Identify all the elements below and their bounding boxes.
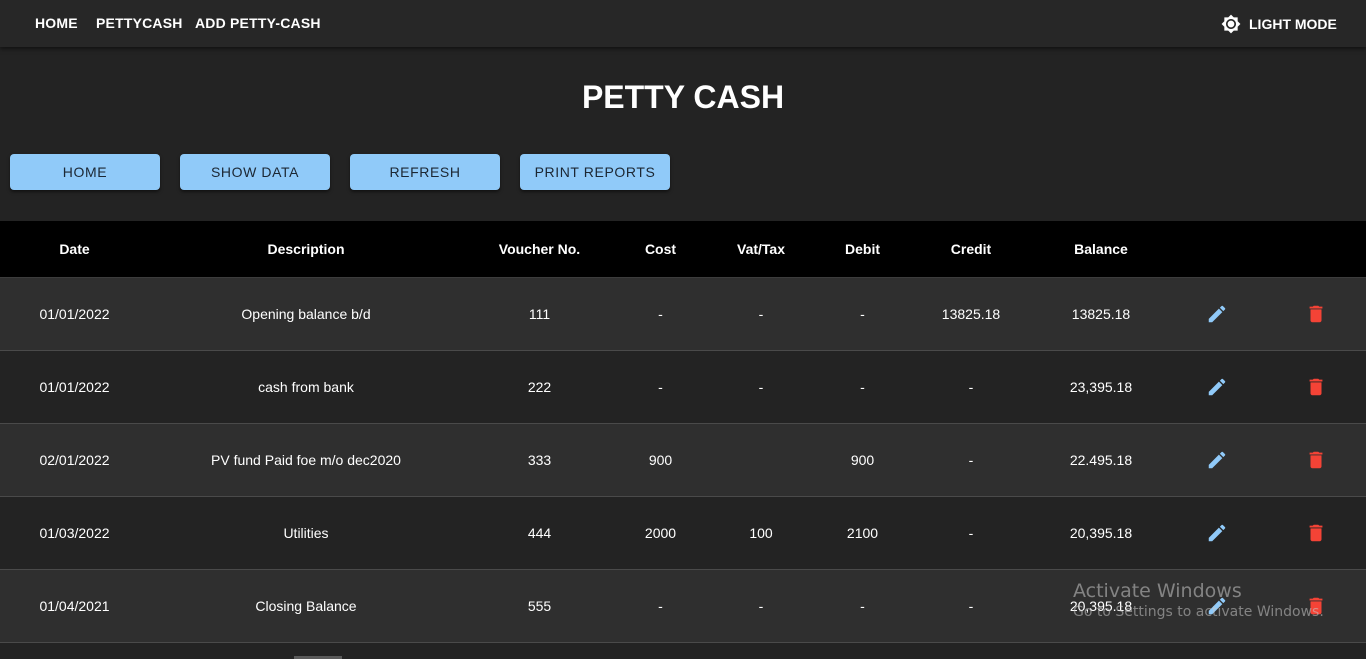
delete-row-button[interactable] — [1291, 351, 1341, 423]
cell-description: Closing Balance — [255, 598, 357, 614]
trash-icon — [1309, 597, 1323, 615]
cell-description: Utilities — [283, 525, 329, 541]
cell-debit: 900 — [850, 452, 875, 468]
cell-voucher-no: 111 — [528, 306, 551, 322]
header-credit: Credit — [950, 241, 992, 257]
cell-balance: 20,395.18 — [1069, 525, 1133, 541]
table-row: 01/01/2022 cash from bank 222 - - - - 23,395.18 — [0, 351, 1366, 424]
cell-credit: - — [968, 379, 974, 395]
edit-row-button[interactable] — [1192, 278, 1242, 350]
table-row: 02/01/2022 PV fund Paid foe m/o dec2020 33… — [0, 424, 1366, 497]
trash-icon — [1309, 305, 1323, 323]
brightness-gear-icon — [1221, 14, 1241, 34]
delete-row-button[interactable] — [1291, 570, 1341, 642]
header-date: Date — [59, 241, 90, 257]
edit-row-button[interactable] — [1192, 424, 1242, 496]
light-mode-toggle[interactable]: LIGHT MODE — [1221, 13, 1337, 35]
header-description: Description — [267, 241, 345, 257]
cell-cost: 2000 — [644, 525, 677, 541]
cell-voucher-no: 444 — [527, 525, 552, 541]
cell-credit: - — [968, 452, 974, 468]
show-data-button[interactable]: SHOW DATA — [180, 154, 330, 190]
header-vat-tax: Vat/Tax — [737, 241, 785, 257]
nav-pettycash-link[interactable]: PETTYCASH — [96, 15, 183, 31]
cell-description: PV fund Paid foe m/o dec2020 — [211, 452, 401, 468]
nav-add-petty-cash-link[interactable]: ADD PETTY-CASH — [195, 15, 321, 31]
pencil-icon — [1208, 378, 1226, 396]
cell-credit: - — [968, 598, 974, 614]
header-debit: Debit — [845, 241, 880, 257]
edit-row-button[interactable] — [1192, 570, 1242, 642]
petty-cash-table: Date Description Voucher No. Cost Vat/Ta… — [0, 221, 1366, 643]
delete-row-button[interactable] — [1291, 497, 1341, 569]
table-row: 01/03/2022 Utilities 444 2000 100 2100 - 20,395… — [0, 497, 1366, 570]
cell-balance: 13825.18 — [1071, 306, 1131, 322]
table-row: 01/01/2022 Opening balance b/d 111 - - - 13825… — [0, 278, 1366, 351]
table-header-row: Date Description Voucher No. Cost Vat/Ta… — [0, 221, 1366, 278]
refresh-button[interactable]: REFRESH — [350, 154, 500, 190]
edit-row-button[interactable] — [1192, 351, 1242, 423]
cell-voucher-no: 333 — [527, 452, 552, 468]
cell-balance: 20,395.18 — [1069, 598, 1133, 614]
delete-row-button[interactable] — [1291, 424, 1341, 496]
page-title: PETTY CASH — [581, 79, 785, 115]
header-balance: Balance — [1074, 241, 1128, 257]
cell-cost: - — [658, 379, 663, 395]
top-navbar: HOME PETTYCASH ADD PETTY-CASH LIGHT MODE — [0, 0, 1366, 47]
print-reports-button[interactable]: PRINT REPORTS — [520, 154, 670, 190]
cell-cost: - — [658, 598, 663, 614]
cell-vat-tax: 100 — [749, 525, 773, 541]
trash-icon — [1309, 451, 1323, 469]
delete-row-button[interactable] — [1291, 278, 1341, 350]
cell-vat-tax: - — [758, 379, 764, 395]
cell-debit: - — [860, 306, 865, 322]
edit-row-button[interactable] — [1192, 497, 1242, 569]
table-row: 01/04/2021 Closing Balance 555 - - - - 20,395.1… — [0, 570, 1366, 643]
pencil-icon — [1208, 597, 1226, 615]
cell-date: 01/03/2022 — [39, 525, 110, 541]
cell-debit: 2100 — [846, 525, 879, 541]
pencil-icon — [1208, 451, 1226, 469]
cell-date: 01/01/2022 — [39, 379, 110, 395]
pencil-icon — [1208, 524, 1226, 542]
pencil-icon — [1208, 305, 1226, 323]
cell-balance: 23,395.18 — [1069, 379, 1133, 395]
cell-date: 02/01/2022 — [39, 452, 110, 468]
nav-home-link[interactable]: HOME — [35, 15, 78, 31]
cell-description: Opening balance b/d — [241, 306, 371, 322]
cell-credit: - — [968, 525, 974, 541]
cell-description: cash from bank — [258, 379, 354, 395]
table-body: 01/01/2022 Opening balance b/d 111 - - - 13825… — [0, 278, 1366, 643]
trash-icon — [1309, 524, 1323, 542]
header-voucher-no: Voucher No. — [498, 241, 581, 257]
cell-voucher-no: 222 — [527, 379, 552, 395]
trash-icon — [1309, 378, 1323, 396]
cell-debit: - — [860, 379, 865, 395]
cell-date: 01/04/2021 — [39, 598, 110, 614]
header-cost: Cost — [644, 241, 677, 257]
cell-debit: - — [860, 598, 865, 614]
cell-balance: 22.495.18 — [1069, 452, 1133, 468]
cell-voucher-no: 555 — [527, 598, 552, 614]
cell-cost: - — [658, 306, 663, 322]
cell-vat-tax: - — [758, 598, 764, 614]
home-button[interactable]: HOME — [10, 154, 160, 190]
cell-vat-tax: - — [758, 306, 764, 322]
light-mode-label: LIGHT MODE — [1249, 16, 1337, 32]
cell-date: 01/01/2022 — [39, 306, 110, 322]
cell-cost: 900 — [648, 452, 673, 468]
cell-vat-tax — [705, 424, 817, 496]
cell-credit: 13825.18 — [941, 306, 1001, 322]
